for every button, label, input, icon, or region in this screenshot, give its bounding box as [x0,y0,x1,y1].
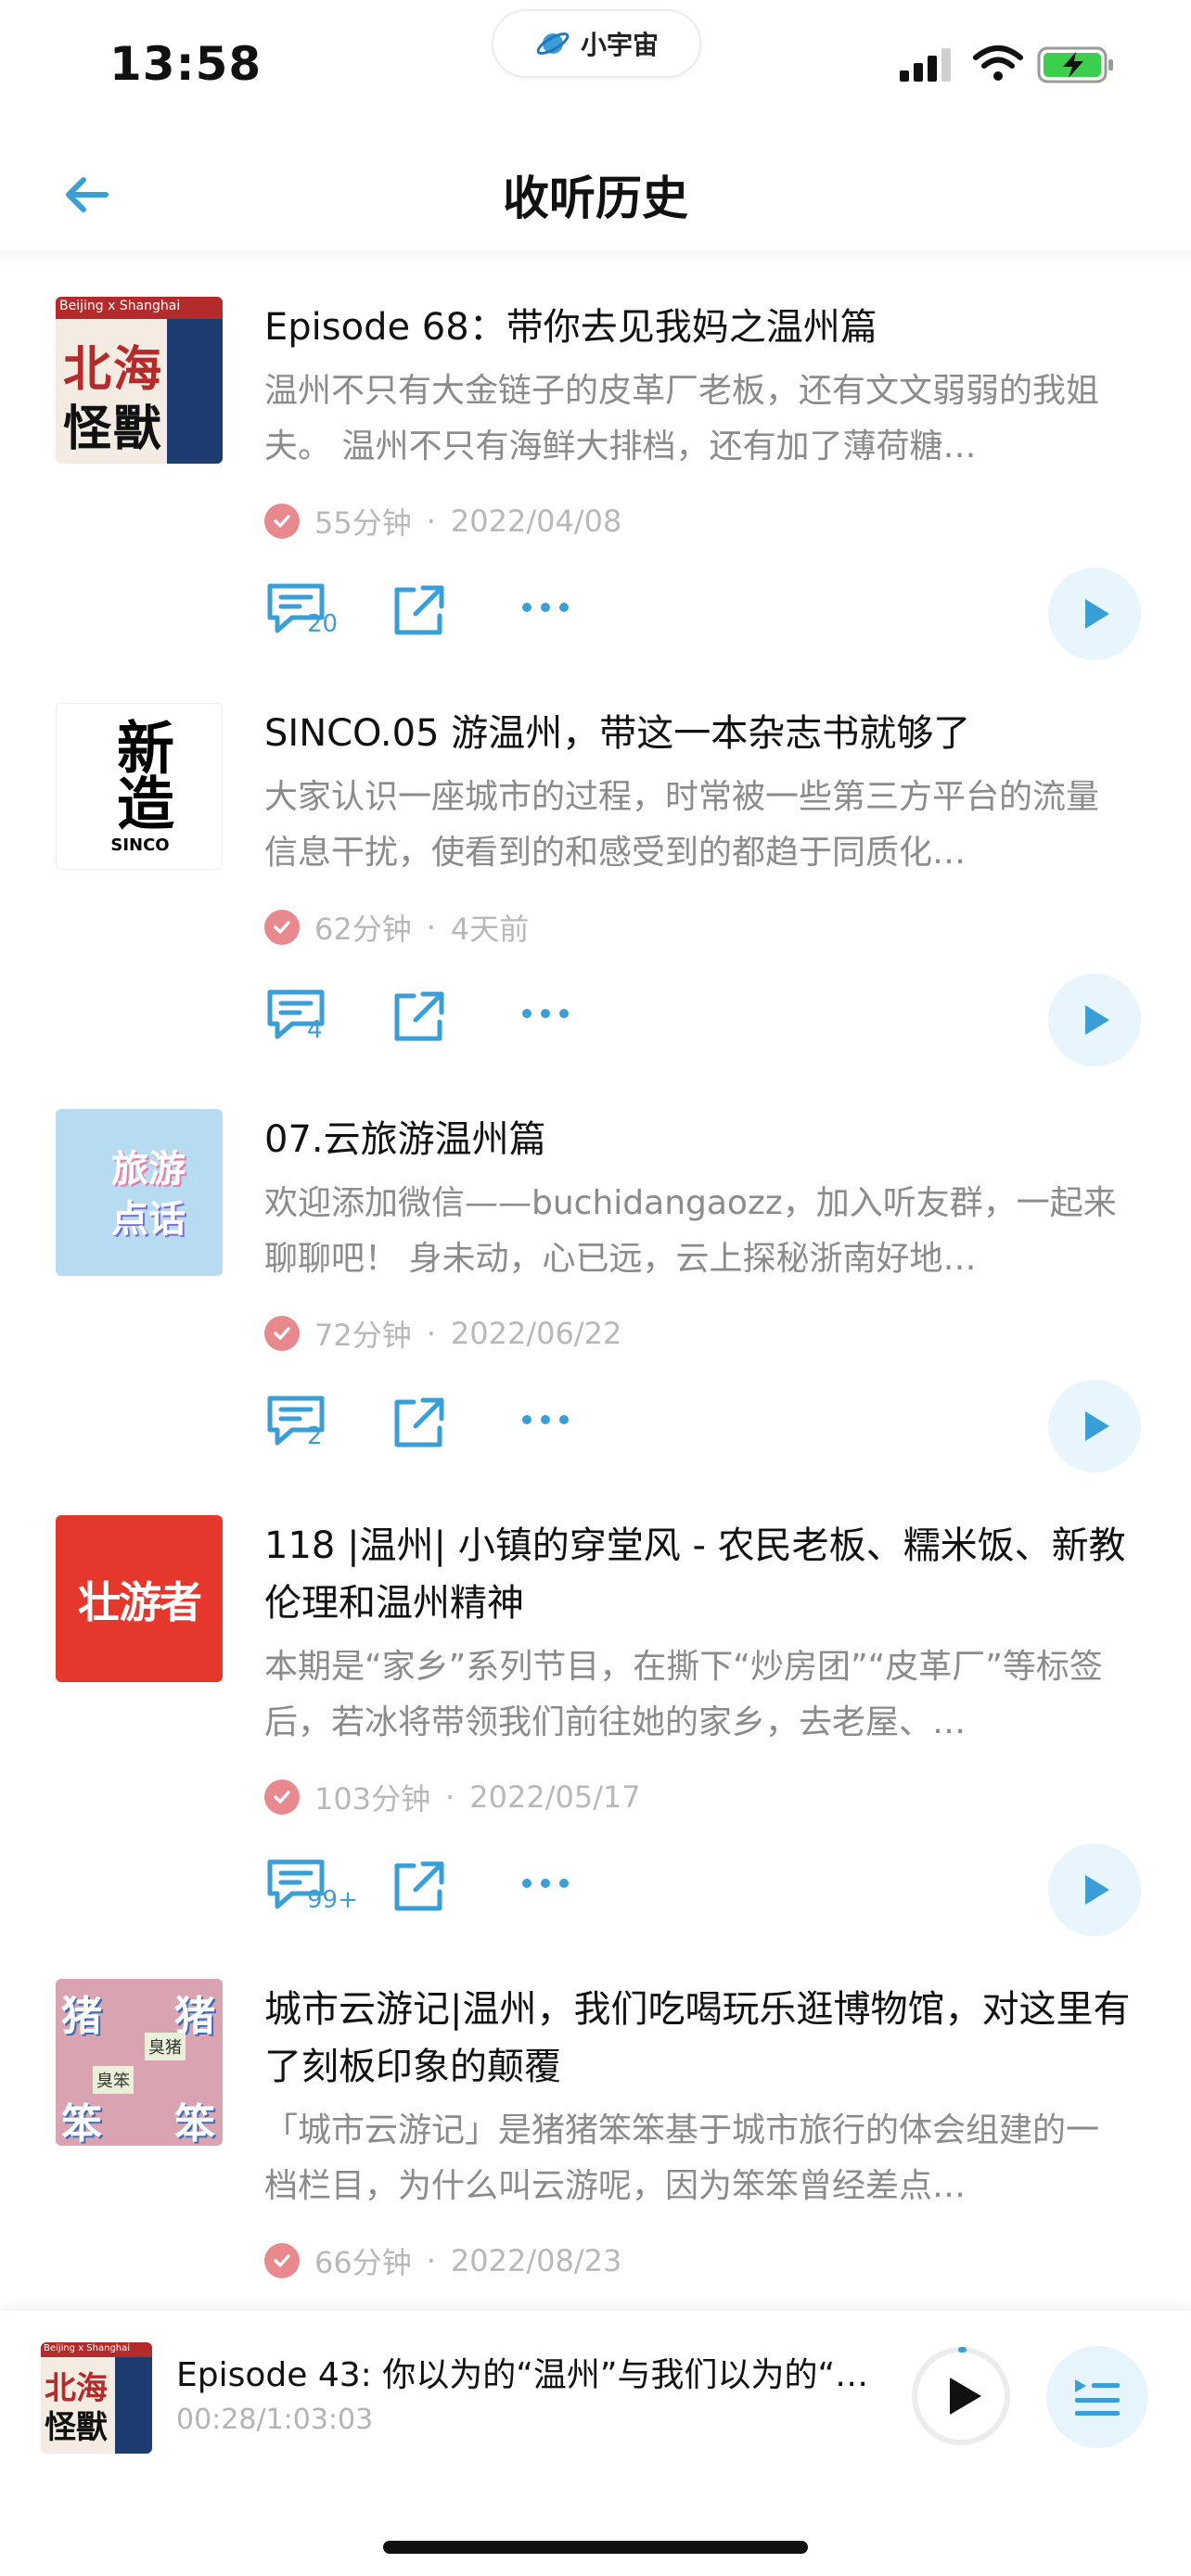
comment-count: 2 [307,1422,323,1450]
home-indicator[interactable] [383,2541,808,2554]
more-icon[interactable] [519,1869,571,1897]
play-icon [1085,1005,1109,1035]
podcast-cover-sinco[interactable]: 新造 SINCO [56,703,223,870]
episode-meta: 72分钟 · 2022/06/22 [264,1313,621,1354]
podcast-cover-zhuzhubenben[interactable]: 猪 猪 笨 笨 臭猪 臭笨 [56,1979,223,2146]
play-icon [1085,1411,1109,1441]
meta-separator: · [426,1316,436,1351]
cover-sticker: 臭猪 [145,2033,186,2060]
podcast-cover-lvyou[interactable]: 旅游 点话 [56,1109,223,1276]
cover-title-line2: 怪獸 [63,402,164,457]
episode-date: 2022/05/17 [469,1779,641,1815]
episode-actions: 20 [264,567,1155,660]
player-cover-tag: Beijing x Shanghai [44,2343,131,2353]
cover-title-line1: 新造 [107,718,174,829]
cover-tag: Beijing x Shanghai [59,299,181,313]
app-name-pill[interactable]: 小宇宙 [492,9,701,78]
battery-charging-icon [1037,46,1113,83]
wifi-icon [973,45,1023,81]
podcast-cover-beihai[interactable]: Beijing x Shanghai 北海 怪獸 [56,297,223,464]
played-check-icon [264,910,300,945]
playlist-button[interactable] [1046,2346,1148,2448]
planet-icon [536,32,570,55]
episode-duration: 66分钟 [314,2245,412,2280]
player-progress-time: 00:28/1:03:03 [176,2404,374,2436]
episode-title[interactable]: 07.云旅游温州篇 [264,1111,1146,1168]
episode-meta: 62分钟 · 4天前 [264,907,529,948]
meta-separator: · [426,910,436,945]
status-bar: 13:58 小宇宙 [0,0,1191,130]
play-episode-button[interactable] [1048,974,1141,1066]
cover-char-tl: 猪 [61,1993,102,2040]
episode-meta: 66分钟 · 2022/08/23 [264,2240,621,2281]
share-icon[interactable] [390,582,447,640]
share-icon[interactable] [390,988,447,1046]
cover-sticker: 臭笨 [93,2066,134,2094]
meta-separator: · [445,1779,455,1815]
episode-duration: 55分钟 [314,505,412,541]
comment-count: 99+ [307,1886,358,1914]
share-icon[interactable] [390,1395,447,1452]
played-check-icon [264,2243,300,2278]
comment-count: 4 [307,1016,323,1044]
episode-description: 本期是“家乡”系列节目，在撕下“炒房团”“皮革厂”等标签后，若冰将带领我们前往她… [264,1648,1103,1741]
cover-title-line1: 壮游者 [78,1577,202,1627]
episode-date: 2022/04/08 [450,504,622,539]
comment-count: 20 [307,610,339,638]
episode-duration: 103分钟 [314,1781,431,1817]
episode-meta: 55分钟 · 2022/04/08 [264,501,621,542]
playlist-icon [1075,2379,1120,2416]
cover-char-br: 笨 [174,2100,215,2146]
cover-char-bl: 笨 [61,2100,102,2146]
episode-actions: 2 [264,1380,1155,1473]
played-check-icon [264,1779,300,1815]
episode-title[interactable]: 城市云游记|温州，我们吃喝玩乐逛博物馆，对这里有了刻板印象的颠覆 [264,1981,1146,2096]
share-icon[interactable] [390,1858,447,1916]
episode-description: 温州不只有大金链子的皮革厂老板，还有文文弱弱的我姐夫。 温州不只有海鲜大排档，还… [264,372,1100,465]
play-episode-button[interactable] [1048,1843,1141,1936]
play-episode-button[interactable] [1048,1380,1141,1473]
play-icon [1085,599,1109,629]
podcast-cover-zhuangyouzhe[interactable]: 壮游者 [56,1515,223,1682]
episode-date: 2022/08/23 [450,2243,622,2278]
app-name: 小宇宙 [580,30,659,60]
comment-icon[interactable] [264,1393,339,1458]
comment-icon[interactable] [264,987,339,1052]
meta-separator: · [426,2243,436,2278]
status-time: 13:58 [109,37,263,91]
cover-title-line2: SINCO [110,835,170,855]
episode-duration: 62分钟 [314,912,412,947]
nav-divider [0,250,1191,267]
cover-title-line1: 旅游 [111,1148,186,1191]
navigation-bar: 收听历史 [0,139,1191,250]
played-check-icon [264,504,300,539]
play-episode-button[interactable] [1048,567,1141,660]
page-title: 收听历史 [503,172,688,225]
player-cover[interactable]: Beijing x Shanghai 北海 怪獸 [41,2342,152,2454]
more-icon[interactable] [519,593,571,621]
player-cover-line2: 怪獸 [45,2409,108,2446]
episode-actions: 4 [264,974,1155,1066]
episode-actions: 99+ [264,1843,1155,1936]
episode-meta: 103分钟 · 2022/05/17 [264,1777,641,1817]
mini-player[interactable]: Beijing x Shanghai 北海 怪獸 Episode 43: 你以为… [0,2311,1191,2576]
episode-description: 「城市云游记」是猪猪笨笨基于城市旅行的体会组建的一档栏目，为什么叫云游呢，因为笨… [264,2111,1100,2205]
player-episode-title[interactable]: Episode 43: 你以为的“温州”与我们以为的“… [176,2348,881,2396]
episode-description: 大家认识一座城市的过程，时常被一些第三方平台的流量信息干扰，使看到的和感受到的都… [264,778,1100,872]
more-icon[interactable] [519,1406,571,1434]
more-icon[interactable] [519,1000,571,1027]
episode-title[interactable]: 118 |温州| 小镇的穿堂风 - 农民老板、糯米饭、新教伦理和温州精神 [264,1517,1146,1632]
episode-date: 2022/06/22 [450,1316,622,1351]
play-icon [1085,1875,1109,1905]
player-play-button[interactable] [909,2344,1013,2448]
cover-title-line2: 点话 [111,1198,186,1241]
episode-title[interactable]: SINCO.05 游温州，带这一本杂志书就够了 [264,705,1146,762]
episode-date: 4天前 [450,912,530,947]
meta-separator: · [426,504,436,539]
episode-title[interactable]: Episode 68：带你去见我妈之温州篇 [264,299,1146,356]
played-check-icon [264,1316,300,1351]
episode-description: 欢迎添加微信——buchidangaozz，加入听友群，一起来聊聊吧！ 身未动，… [264,1184,1117,1278]
episode-duration: 72分钟 [314,1318,412,1353]
cellular-signal-icon [900,48,951,82]
